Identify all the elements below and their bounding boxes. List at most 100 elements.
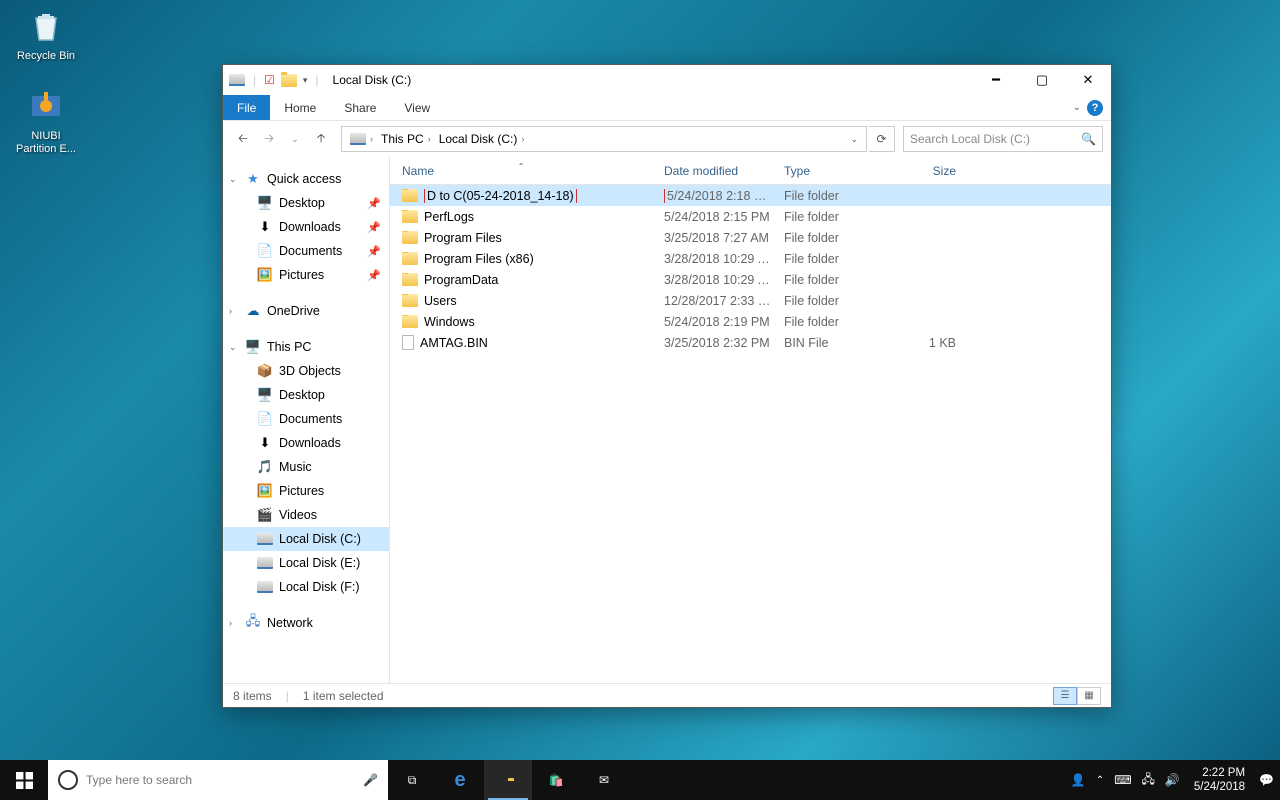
pin-icon: 📌	[367, 221, 381, 234]
nav-qa-desktop[interactable]: 🖥️Desktop📌	[223, 191, 389, 215]
tab-view[interactable]: View	[390, 95, 444, 120]
maximize-button[interactable]: ▢	[1019, 65, 1065, 95]
tray-overflow-icon[interactable]: ⌃	[1096, 775, 1104, 786]
folder-icon	[402, 294, 418, 307]
forward-button[interactable]: 🡢	[257, 127, 281, 151]
qat-newfolder-icon[interactable]	[281, 74, 297, 87]
task-view-button[interactable]: ⧉	[388, 760, 436, 800]
niubi-icon	[24, 84, 68, 128]
nav-pc-pictures[interactable]: 🖼️Pictures	[223, 479, 389, 503]
tab-share[interactable]: Share	[330, 95, 390, 120]
pc-icon	[350, 133, 366, 145]
file-type: File folder	[772, 252, 892, 266]
search-input[interactable]: Search Local Disk (C:) 🔍	[903, 126, 1103, 152]
nav-onedrive[interactable]: ›☁OneDrive	[223, 299, 389, 323]
file-row[interactable]: AMTAG.BIN3/25/2018 2:32 PMBIN File1 KB	[390, 332, 1111, 353]
nav-quick-access[interactable]: ⌄★Quick access	[223, 167, 389, 191]
nav-network[interactable]: ›🖧Network	[223, 611, 389, 635]
desktop-icon-niubi[interactable]: NIUBI Partition E...	[8, 84, 84, 156]
nav-pc-downloads[interactable]: ⬇Downloads	[223, 431, 389, 455]
nav-pc-desktop[interactable]: 🖥️Desktop	[223, 383, 389, 407]
pin-icon: 📌	[367, 245, 381, 258]
cloud-icon: ☁	[245, 303, 261, 319]
file-type: File folder	[772, 315, 892, 329]
qat-properties-icon[interactable]: ☑	[264, 73, 275, 87]
nav-pc-local-disk-e-[interactable]: Local Disk (E:)	[223, 551, 389, 575]
taskbar-search[interactable]: Type here to search 🎤	[48, 760, 388, 800]
breadcrumb-dropdown-icon[interactable]: ⌄	[850, 134, 862, 145]
taskbar-file-explorer[interactable]	[484, 760, 532, 800]
item-icon: 📄	[257, 411, 273, 427]
refresh-button[interactable]: ⟳	[869, 126, 895, 152]
file-row[interactable]: ProgramData3/28/2018 10:29 AMFile folder	[390, 269, 1111, 290]
nav-pc-documents[interactable]: 📄Documents	[223, 407, 389, 431]
col-header-type[interactable]: Type	[772, 164, 892, 178]
file-row[interactable]: Program Files3/25/2018 7:27 AMFile folde…	[390, 227, 1111, 248]
col-header-date[interactable]: Date modified	[652, 164, 772, 178]
qat-dropdown-icon[interactable]: ▾	[303, 75, 308, 86]
app-icon	[229, 74, 245, 86]
help-icon[interactable]: ?	[1087, 100, 1103, 116]
window-title: Local Disk (C:)	[333, 73, 412, 87]
action-center-icon[interactable]: 💬	[1259, 773, 1274, 787]
nav-qa-pictures[interactable]: 🖼️Pictures📌	[223, 263, 389, 287]
nav-qa-documents[interactable]: 📄Documents📌	[223, 239, 389, 263]
file-name: Users	[424, 294, 457, 308]
minimize-button[interactable]: ━	[973, 65, 1019, 95]
taskbar-store[interactable]: 🛍️	[532, 760, 580, 800]
file-row[interactable]: Users 12/28/2017 2:33 PMFile folder	[390, 290, 1111, 311]
start-button[interactable]	[0, 760, 48, 800]
item-icon: 🖼️	[257, 267, 273, 283]
recent-locations-button[interactable]: ⌄	[283, 127, 307, 151]
file-row[interactable]: Program Files (x86)3/28/2018 10:29 AMFil…	[390, 248, 1111, 269]
view-details-button[interactable]: ☰	[1053, 687, 1077, 705]
nav-this-pc[interactable]: ⌄🖥️This PC	[223, 335, 389, 359]
navigation-bar: 🡠 🡢 ⌄ 🡡 › This PC› Local Disk (C:)› ⌄ ⟳ …	[223, 121, 1111, 157]
taskbar-clock[interactable]: 2:22 PM 5/24/2018	[1190, 766, 1249, 794]
nav-qa-downloads[interactable]: ⬇Downloads📌	[223, 215, 389, 239]
file-row[interactable]: Windows5/24/2018 2:19 PMFile folder	[390, 311, 1111, 332]
titlebar[interactable]: | ☑ ▾ | Local Disk (C:) ━ ▢ ✕	[223, 65, 1111, 95]
file-row[interactable]: PerfLogs5/24/2018 2:15 PMFile folder	[390, 206, 1111, 227]
taskbar-mail[interactable]: ✉	[580, 760, 628, 800]
file-row[interactable]: D to C(05-24-2018_14-18)5/24/2018 2:18 P…	[390, 185, 1111, 206]
nav-pc-local-disk-c-[interactable]: Local Disk (C:)	[223, 527, 389, 551]
nav-pc-3d-objects[interactable]: 📦3D Objects	[223, 359, 389, 383]
tray-input-icon[interactable]: ⌨	[1114, 773, 1131, 787]
breadcrumb-local-disk-c[interactable]: Local Disk (C:)›	[435, 132, 529, 146]
item-icon: 🖥️	[257, 387, 273, 403]
breadcrumb-root[interactable]: ›	[346, 133, 377, 145]
breadcrumb-this-pc[interactable]: This PC›	[377, 132, 435, 146]
ribbon-expand-icon[interactable]: ⌄	[1073, 102, 1081, 113]
folder-icon	[402, 189, 418, 202]
search-icon: 🔍	[1081, 132, 1096, 146]
chevron-right-icon: ›	[229, 618, 232, 628]
tray-volume-icon[interactable]: 🔊	[1165, 773, 1180, 787]
status-item-count: 8 items	[233, 689, 272, 703]
system-tray: 👤 ⌃ ⌨ 🖧 🔊 2:22 PM 5/24/2018 💬	[1065, 760, 1280, 800]
view-large-icons-button[interactable]: ▦	[1077, 687, 1101, 705]
taskbar-edge[interactable]: e	[436, 760, 484, 800]
item-icon: 📦	[257, 363, 273, 379]
up-button[interactable]: 🡡	[309, 127, 333, 151]
nav-pc-videos[interactable]: 🎬Videos	[223, 503, 389, 527]
back-button[interactable]: 🡠	[231, 127, 255, 151]
breadcrumb[interactable]: › This PC› Local Disk (C:)› ⌄	[341, 126, 867, 152]
file-date: 12/28/2017 2:33 PM	[652, 294, 772, 308]
tab-home[interactable]: Home	[270, 95, 330, 120]
col-header-name[interactable]: Name⌃	[390, 164, 652, 178]
tray-network-icon[interactable]: 🖧	[1142, 770, 1155, 791]
recycle-bin-icon	[24, 4, 68, 48]
col-header-size[interactable]: Size	[892, 164, 972, 178]
file-explorer-window: | ☑ ▾ | Local Disk (C:) ━ ▢ ✕ File Home …	[222, 64, 1112, 708]
people-icon[interactable]: 👤	[1071, 773, 1086, 787]
file-type: File folder	[772, 294, 892, 308]
nav-pc-local-disk-f-[interactable]: Local Disk (F:)	[223, 575, 389, 599]
item-icon: 🖼️	[257, 483, 273, 499]
column-headers[interactable]: Name⌃ Date modified Type Size	[390, 157, 1111, 185]
nav-pc-music[interactable]: 🎵Music	[223, 455, 389, 479]
tab-file[interactable]: File	[223, 95, 270, 120]
close-button[interactable]: ✕	[1065, 65, 1111, 95]
file-type: File folder	[772, 189, 892, 203]
desktop-icon-recycle-bin[interactable]: Recycle Bin	[8, 4, 84, 63]
